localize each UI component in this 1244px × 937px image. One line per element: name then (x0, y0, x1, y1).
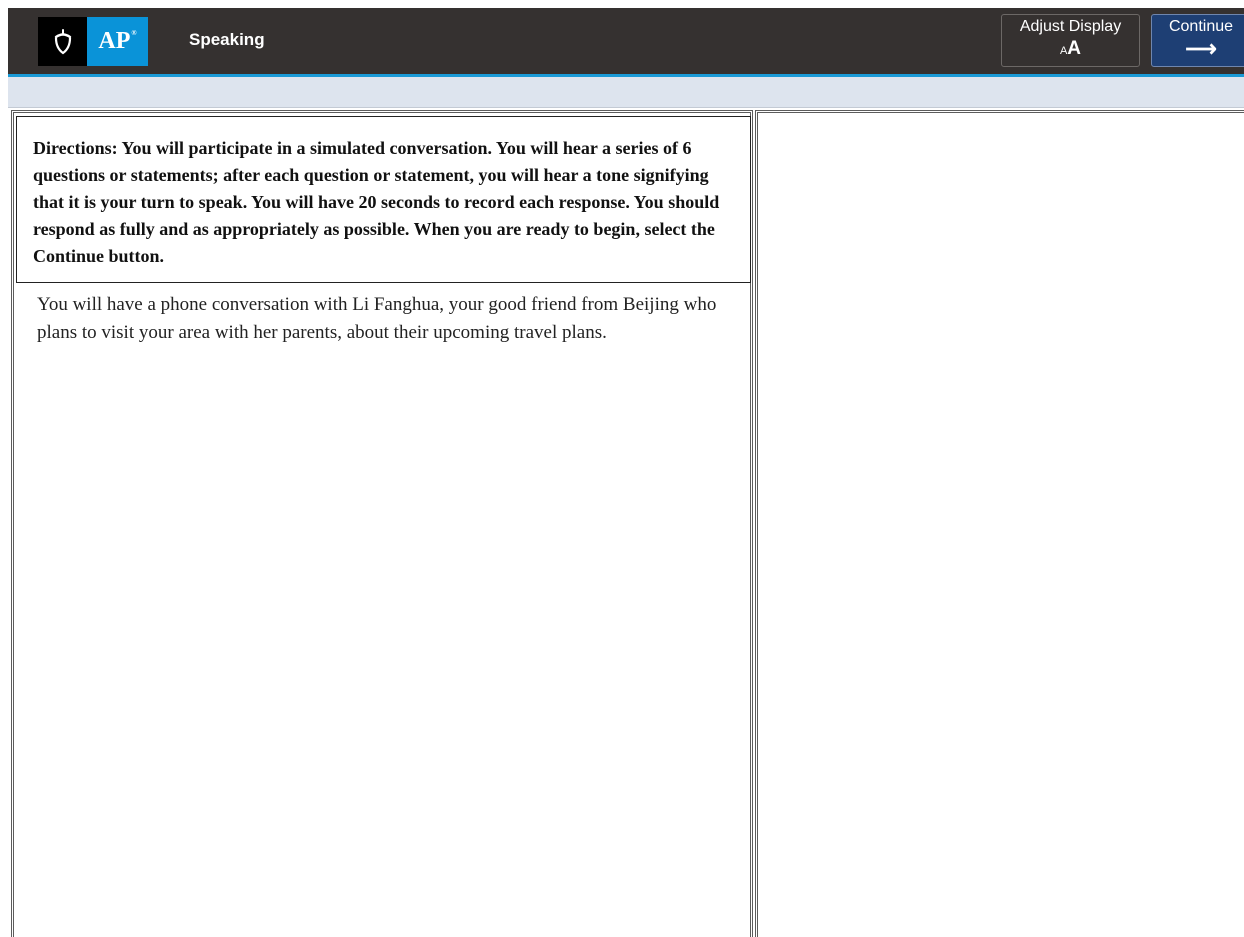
prompt-text: You will have a phone conversation with … (37, 294, 717, 343)
ap-logo: AP ® (38, 17, 148, 66)
toolbar-strip (8, 77, 1244, 108)
continue-button[interactable]: Continue ⟶ (1151, 14, 1244, 67)
text-size-icon: AA (1059, 38, 1082, 59)
arrow-right-icon: ⟶ (1185, 36, 1217, 61)
adjust-display-label: Adjust Display (1019, 18, 1122, 35)
stimulus-pane: Directions: You will participate in a si… (11, 110, 753, 937)
exam-window: AP ® Speaking Adjust Display AA Continue … (8, 8, 1244, 937)
ap-logo-text: AP ® (87, 17, 148, 66)
continue-label: Continue (1168, 18, 1234, 35)
header-bar: AP ® Speaking Adjust Display AA Continue … (8, 8, 1244, 77)
directions-box: Directions: You will participate in a si… (16, 116, 751, 283)
response-pane (755, 110, 1244, 937)
section-title: Speaking (189, 30, 265, 49)
ap-logo-label: AP (98, 28, 131, 54)
adjust-display-button[interactable]: Adjust Display AA (1001, 14, 1140, 67)
registered-mark: ® (131, 28, 137, 37)
acorn-icon (38, 17, 87, 66)
